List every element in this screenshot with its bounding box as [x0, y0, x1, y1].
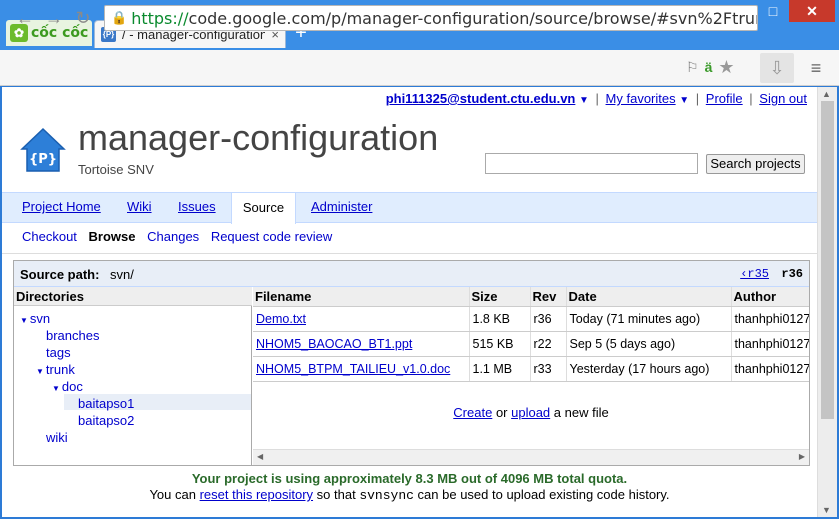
expand-triangle-icon[interactable]: ▼ [52, 384, 60, 393]
sign-out-link[interactable]: Sign out [759, 91, 807, 106]
maximize-button[interactable]: □ [759, 0, 787, 22]
file-author: thanhphi0127 [731, 331, 809, 357]
table-row: NHOM5_BAOCAO_BT1.ppt 515 KB r22 Sep 5 (5… [253, 331, 809, 357]
project-tab-bar: Project Home Wiki Issues Source Administ… [2, 192, 817, 224]
user-bar: phi111325@student.ctu.edu.vn ▼ | My favo… [385, 91, 807, 106]
url-text: https://code.google.com/p/manager-config… [131, 8, 758, 28]
files-table: Filename Size Rev Date Author Demo.txt 1… [253, 287, 809, 382]
file-date: Yesterday (17 hours ago) [566, 356, 732, 382]
current-revision: r36 [781, 267, 803, 281]
svnsync-code: svnsync [359, 488, 414, 503]
request-code-review-link[interactable]: Request code review [211, 229, 332, 244]
tab-wiki[interactable]: Wiki [127, 199, 152, 214]
dir-baitapso2[interactable]: baitapso2 [78, 413, 134, 429]
close-button[interactable]: ✕ [789, 0, 835, 22]
search-projects-button[interactable]: Search projects [706, 154, 805, 174]
download-icon[interactable]: ⇩ [760, 53, 794, 83]
tab-administer[interactable]: Administer [311, 199, 372, 214]
menu-icon[interactable]: ≡ [804, 55, 828, 81]
file-rev: r22 [530, 331, 567, 357]
back-icon[interactable]: ← [14, 7, 36, 29]
dir-svn[interactable]: ▼ svn [20, 311, 50, 327]
create-upload-line: Create or upload a new file [453, 405, 609, 420]
favorites-dropdown-icon[interactable]: ▼ [679, 95, 689, 106]
file-size: 1.1 MB [469, 356, 531, 382]
project-name[interactable]: manager-configuration [78, 117, 438, 159]
svg-text:{P}: {P} [29, 152, 57, 167]
scroll-left-icon[interactable]: ◀ [257, 452, 263, 461]
scroll-down-icon[interactable]: ▼ [822, 505, 831, 515]
files-pane: Filename Size Rev Date Author Demo.txt 1… [253, 287, 809, 466]
file-rev: r33 [530, 356, 567, 382]
source-path-bar: Source path: svn/ ‹r35 r36 [14, 261, 809, 287]
source-browser: Source path: svn/ ‹r35 r36 Directories ▼… [13, 260, 810, 466]
directories-pane: Directories ▼ svn branches tags ▼ trunk ▼ d… [14, 287, 252, 466]
vertical-scrollbar[interactable]: ▲ ▼ [817, 87, 837, 517]
source-path-value: svn/ [110, 267, 134, 282]
column-header-author[interactable]: Author [731, 287, 809, 307]
dir-doc[interactable]: ▼ doc [52, 379, 83, 395]
column-header-rev[interactable]: Rev [530, 287, 567, 307]
column-header-date[interactable]: Date [566, 287, 732, 307]
project-search-input[interactable] [485, 153, 698, 174]
upload-file-link[interactable]: upload [511, 405, 550, 420]
column-header-filename[interactable]: Filename [253, 287, 470, 307]
reset-repository-message: You can reset this repository so that sv… [149, 487, 670, 503]
profile-link[interactable]: Profile [706, 91, 743, 106]
tab-project-home[interactable]: Project Home [22, 199, 101, 214]
scroll-right-icon[interactable]: ▶ [799, 452, 805, 461]
file-author: thanhphi0127 [731, 356, 809, 382]
address-bar[interactable]: 🔒 https://code.google.com/p/manager-conf… [104, 5, 758, 31]
browse-link[interactable]: Browse [89, 229, 136, 244]
file-link[interactable]: Demo.txt [256, 312, 306, 326]
bookmark-star-icon[interactable]: ★ [718, 57, 734, 78]
user-dropdown-icon[interactable]: ▼ [579, 95, 589, 106]
reload-icon[interactable]: ↻ [72, 7, 94, 29]
scroll-up-icon[interactable]: ▲ [822, 89, 831, 99]
dir-tags[interactable]: tags [46, 345, 71, 361]
dir-baitapso1[interactable]: baitapso1 [78, 396, 134, 412]
scrollbar-thumb[interactable] [821, 101, 834, 419]
file-link[interactable]: NHOM5_BTPM_TAILIEU_v1.0.doc [256, 362, 450, 376]
user-email-link[interactable]: phi111325@student.ctu.edu.vn [386, 91, 576, 106]
file-date: Today (71 minutes ago) [566, 306, 732, 332]
expand-triangle-icon[interactable]: ▼ [20, 316, 28, 325]
source-subnav: Checkout Browse Changes Request code rev… [22, 229, 340, 244]
file-size: 1.8 KB [469, 306, 531, 332]
source-path-label: Source path: [20, 267, 100, 282]
address-bar-icons: ⚐ ä ★ [686, 55, 756, 79]
directories-header: Directories [14, 287, 252, 306]
tab-issues[interactable]: Issues [178, 199, 216, 214]
table-row: NHOM5_BTPM_TAILIEU_v1.0.doc 1.1 MB r33 Y… [253, 356, 809, 382]
project-logo-icon[interactable]: {P} [20, 127, 66, 173]
file-size: 515 KB [469, 331, 531, 357]
previous-revision-link[interactable]: ‹r35 [740, 267, 769, 281]
dir-trunk[interactable]: ▼ trunk [36, 362, 75, 378]
lock-icon: 🔒 [111, 10, 128, 26]
page-content: phi111325@student.ctu.edu.vn ▼ | My favo… [2, 87, 817, 517]
quota-message: Your project is using approximately 8.3 … [191, 471, 628, 486]
translate-icon[interactable]: ⚐ [686, 59, 699, 76]
dir-wiki[interactable]: wiki [46, 430, 68, 446]
table-row: Demo.txt 1.8 KB r36 Today (71 minutes ag… [253, 306, 809, 332]
file-date: Sep 5 (5 days ago) [566, 331, 732, 357]
create-file-link[interactable]: Create [453, 405, 492, 420]
horizontal-scrollbar[interactable]: ◀ ▶ [253, 449, 809, 465]
divider [2, 253, 817, 254]
my-favorites-link[interactable]: My favorites [606, 91, 676, 106]
project-summary: Tortoise SNV [78, 162, 154, 177]
dir-branches[interactable]: branches [46, 328, 99, 344]
dictionary-icon[interactable]: ä [705, 59, 713, 75]
expand-triangle-icon[interactable]: ▼ [36, 367, 44, 376]
reset-repository-link[interactable]: reset this repository [200, 487, 313, 502]
file-author: thanhphi0127 [731, 306, 809, 332]
changes-link[interactable]: Changes [147, 229, 199, 244]
file-link[interactable]: NHOM5_BAOCAO_BT1.ppt [256, 337, 412, 351]
file-rev: r36 [530, 306, 567, 332]
column-header-size[interactable]: Size [469, 287, 531, 307]
checkout-link[interactable]: Checkout [22, 229, 77, 244]
forward-icon[interactable]: → [43, 7, 65, 29]
tab-source[interactable]: Source [231, 192, 296, 224]
